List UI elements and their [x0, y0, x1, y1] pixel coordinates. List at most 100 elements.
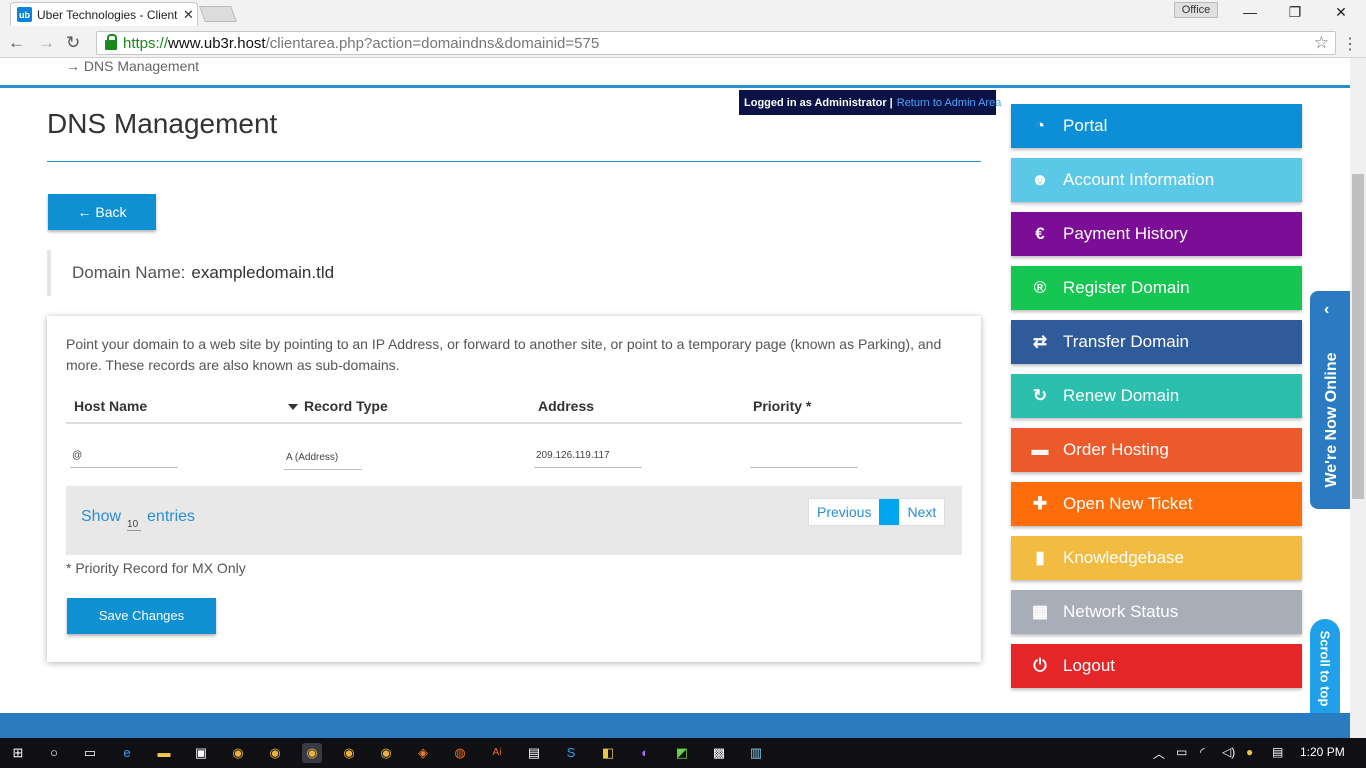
wifi-icon[interactable]: ◜: [1200, 745, 1205, 759]
priority-field[interactable]: [752, 450, 858, 461]
notepad-icon[interactable]: ▥: [746, 743, 766, 763]
site-favicon-icon: ub: [17, 7, 32, 22]
column-host-name[interactable]: Host Name: [74, 398, 147, 414]
sidebar-item-payment-history[interactable]: € Payment History: [1011, 212, 1302, 256]
show-label: Show: [81, 508, 122, 525]
browser-tab[interactable]: ub Uber Technologies - Client ✕: [10, 2, 198, 26]
browser-menu-icon[interactable]: ⋮: [1342, 34, 1358, 54]
previous-page-button[interactable]: Previous: [809, 499, 879, 525]
store-icon[interactable]: ▣: [191, 743, 211, 763]
chrome-icon[interactable]: ◉: [228, 743, 248, 763]
sidebar-item-logout[interactable]: ⏻ Logout: [1011, 644, 1302, 688]
return-to-admin-link[interactable]: Return to Admin Area: [897, 97, 1002, 109]
browser-title-bar: ub Uber Technologies - Client ✕ Office —…: [0, 0, 1366, 28]
host-name-field[interactable]: [72, 450, 178, 461]
entries-label: entries: [147, 508, 196, 525]
tray-app-icon[interactable]: ●: [1246, 745, 1253, 759]
next-page-button[interactable]: Next: [899, 499, 944, 525]
entries-length: Show 10 entries: [81, 508, 195, 531]
header-divider: [0, 85, 1350, 88]
file-explorer-icon[interactable]: ▬: [154, 743, 174, 763]
refresh-icon: ↻: [1032, 386, 1048, 405]
sidebar-item-knowledgebase[interactable]: ▮ Knowledgebase: [1011, 536, 1302, 580]
sidebar-item-portal[interactable]: ◔ Portal: [1011, 104, 1302, 148]
host-name-input[interactable]: [70, 450, 178, 468]
exchange-icon: ⇄: [1032, 332, 1048, 351]
dns-intro-text: Point your domain to a web site by point…: [66, 336, 942, 373]
admin-bar-text: Logged in as Administrator |: [744, 96, 893, 109]
close-window-icon[interactable]: ✕: [1331, 4, 1351, 21]
chrome-icon-2[interactable]: ◉: [265, 743, 285, 763]
bookmark-star-icon[interactable]: ☆: [1314, 33, 1329, 53]
remote-desktop-icon[interactable]: ▩: [709, 743, 729, 763]
record-type-select[interactable]: A (Address): [284, 452, 362, 470]
task-view-icon[interactable]: ▭: [80, 743, 100, 763]
domain-name-box: Domain Name: exampledomain.tld: [47, 250, 447, 296]
tray-expand-icon[interactable]: ︿: [1153, 745, 1165, 762]
cortana-search-icon[interactable]: ○: [44, 743, 64, 763]
url-host: www.ub3r.host: [168, 34, 266, 52]
app-icon[interactable]: ◈: [413, 743, 433, 763]
address-bar[interactable]: https:// www.ub3r.host /clientarea.php?a…: [96, 31, 1336, 55]
live-chat-tab[interactable]: ‹ We're Now Online: [1310, 291, 1350, 509]
forward-arrow-icon[interactable]: →: [38, 33, 55, 53]
live-chat-label: We're Now Online: [1323, 352, 1340, 488]
column-record-type[interactable]: Record Type: [288, 398, 388, 414]
sidebar-item-label: Portal: [1063, 116, 1108, 135]
page-scrollbar[interactable]: [1350, 58, 1366, 738]
chrome-icon-4[interactable]: ◉: [376, 743, 396, 763]
windows-start-icon[interactable]: ⊞: [8, 743, 28, 763]
column-priority[interactable]: Priority *: [753, 398, 811, 414]
address-input[interactable]: [534, 450, 642, 468]
illustrator-icon[interactable]: Ai: [487, 743, 507, 763]
reload-icon[interactable]: ↻: [66, 33, 80, 53]
tab-close-icon[interactable]: ✕: [183, 7, 194, 23]
taskbar-clock[interactable]: 1:20 PM: [1300, 745, 1345, 759]
column-address[interactable]: Address: [538, 398, 594, 414]
entries-count-select[interactable]: 10: [127, 519, 142, 531]
save-changes-button[interactable]: Save Changes: [67, 598, 216, 634]
chrome-active-icon[interactable]: ◉: [302, 743, 322, 763]
sidebar-item-register-domain[interactable]: ® Register Domain: [1011, 266, 1302, 310]
breadcrumb: → DNS Management: [66, 58, 199, 74]
euro-icon: €: [1035, 224, 1045, 243]
sidebar-item-label: Transfer Domain: [1063, 332, 1189, 351]
restore-icon[interactable]: ❐: [1285, 4, 1305, 21]
sidebar-item-label: Order Hosting: [1063, 440, 1169, 459]
skype-icon[interactable]: S: [561, 743, 581, 763]
volume-icon[interactable]: ◁): [1222, 745, 1235, 759]
url-scheme: https://: [123, 34, 169, 52]
page-title: DNS Management: [47, 108, 278, 139]
sidebar-item-open-new-ticket[interactable]: ✚ Open New Ticket: [1011, 482, 1302, 526]
priority-input[interactable]: [750, 450, 858, 468]
media-icon[interactable]: ▤: [524, 743, 544, 763]
sidebar-item-renew-domain[interactable]: ↻ Renew Domain: [1011, 374, 1302, 418]
tor-icon[interactable]: ◐: [635, 743, 655, 763]
minimize-icon[interactable]: —: [1240, 4, 1260, 20]
back-arrow-icon[interactable]: ←: [8, 33, 25, 53]
current-page-button[interactable]: 1: [879, 499, 900, 525]
column-record-type-label: Record Type: [304, 398, 388, 414]
folders-icon[interactable]: ◧: [598, 743, 618, 763]
sidebar-item-network-status[interactable]: ▦ Network Status: [1011, 590, 1302, 634]
new-tab-button[interactable]: [199, 6, 237, 22]
page-content: → DNS Management Logged in as Administra…: [0, 58, 1350, 738]
address-field[interactable]: [536, 450, 642, 461]
dashboard-icon: ◔: [1034, 116, 1046, 135]
profile-badge[interactable]: Office: [1174, 2, 1218, 18]
dns-records-card: Point your domain to a web site by point…: [47, 316, 981, 662]
sidebar-item-transfer-domain[interactable]: ⇄ Transfer Domain: [1011, 320, 1302, 364]
firefox-icon[interactable]: ◍: [450, 743, 470, 763]
sidebar-item-label: Register Domain: [1063, 278, 1190, 297]
edge-browser-icon[interactable]: e: [117, 743, 137, 763]
scrollbar-thumb[interactable]: [1352, 174, 1364, 499]
sidebar-item-account-information[interactable]: ☻ Account Information: [1011, 158, 1302, 202]
table-row: A (Address): [66, 426, 962, 484]
back-button[interactable]: ← Back: [48, 194, 156, 230]
sidebar-item-order-hosting[interactable]: ▬ Order Hosting: [1011, 428, 1302, 472]
chrome-icon-3[interactable]: ◉: [339, 743, 359, 763]
app-green-icon[interactable]: ◩: [672, 743, 692, 763]
keyboard-icon[interactable]: ▤: [1272, 745, 1283, 759]
battery-icon[interactable]: ▭: [1176, 745, 1187, 759]
tab-title: Uber Technologies - Client: [37, 7, 177, 22]
